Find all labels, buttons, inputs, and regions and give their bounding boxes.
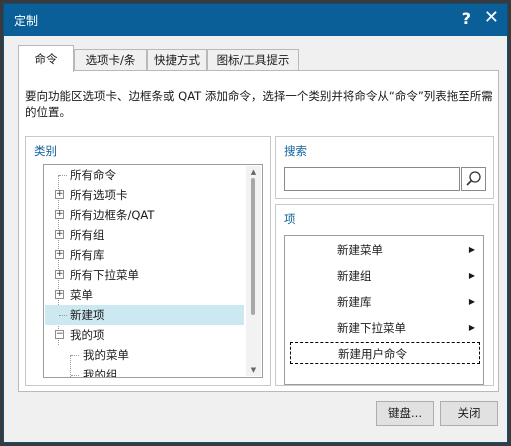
- window-title: 定制: [14, 14, 39, 28]
- keyboard-button[interactable]: 键盘...: [376, 401, 434, 426]
- tree-scrollbar[interactable]: ▲ ▼: [246, 166, 261, 376]
- tree-item-label: 所有下拉菜单: [70, 268, 139, 282]
- tab-shortcuts[interactable]: 快捷方式: [147, 49, 207, 71]
- tree-item-label: 所有组: [70, 228, 105, 242]
- title-bar: 定制 ? ✕: [4, 4, 507, 36]
- expand-icon[interactable]: +: [55, 190, 64, 199]
- tab-commands[interactable]: 命令: [18, 45, 74, 72]
- tree-connector: [71, 375, 79, 376]
- close-icon[interactable]: ✕: [484, 7, 499, 28]
- tree-item-label: 菜单: [70, 288, 93, 302]
- tab-tabs-bars[interactable]: 选项卡/条: [74, 49, 147, 71]
- submenu-arrow-icon: ▶: [468, 245, 475, 254]
- item-label: 新建下拉菜单: [337, 321, 406, 335]
- scroll-down-icon[interactable]: ▼: [246, 364, 261, 376]
- tree-item-label: 我的项: [70, 328, 105, 342]
- search-icon: [466, 171, 481, 186]
- items-group: 项 新建菜单 ▶ 新建组 ▶ 新建库 ▶ 新建下拉菜单 ▶ 新建用户命令: [275, 204, 494, 386]
- tree-item-all-commands[interactable]: 所有命令: [45, 165, 244, 185]
- item-new-dropdown[interactable]: 新建下拉菜单 ▶: [287, 317, 481, 339]
- collapse-icon[interactable]: −: [55, 330, 64, 339]
- tree-item-label: 新建项: [70, 308, 105, 322]
- tree-item-new-items[interactable]: 新建项: [45, 305, 244, 325]
- tree-item-all-groups[interactable]: + 所有组: [45, 225, 244, 245]
- expand-icon[interactable]: +: [55, 250, 64, 259]
- scroll-up-icon[interactable]: ▲: [246, 166, 261, 178]
- tree-item-all-borderbars-qat[interactable]: + 所有边框条/QAT: [45, 205, 244, 225]
- scroll-thumb[interactable]: [251, 178, 255, 315]
- tree-item-label: 我的菜单: [83, 348, 129, 362]
- tree-item-all-galleries[interactable]: + 所有库: [45, 245, 244, 265]
- item-label: 新建菜单: [337, 243, 383, 257]
- item-label: 新建库: [337, 295, 372, 309]
- customize-dialog: 定制 ? ✕ 命令 选项卡/条 快捷方式 图标/工具提示 要向功能区选项卡、边框…: [3, 3, 508, 443]
- tree-item-label: 所有选项卡: [70, 188, 128, 202]
- tree-item-menus[interactable]: + 菜单: [45, 285, 244, 305]
- tree-item-my-items[interactable]: − 我的项: [45, 325, 244, 345]
- tree-connector: [59, 315, 67, 316]
- expand-icon[interactable]: +: [55, 230, 64, 239]
- item-new-menu[interactable]: 新建菜单 ▶: [287, 239, 481, 261]
- tree-item-my-menus[interactable]: 我的菜单: [45, 345, 244, 365]
- tree-item-my-groups[interactable]: 我的组: [45, 365, 244, 378]
- item-label: 新建组: [337, 269, 372, 283]
- instruction-text: 要向功能区选项卡、边框条或 QAT 添加命令，选择一个类别并将命令从“命令”列表…: [25, 89, 493, 119]
- expand-icon[interactable]: +: [55, 270, 64, 279]
- item-new-gallery[interactable]: 新建库 ▶: [287, 291, 481, 313]
- category-title: 类别: [34, 144, 57, 158]
- item-label: 新建用户命令: [338, 347, 407, 361]
- submenu-arrow-icon: ▶: [468, 297, 475, 306]
- items-title: 项: [284, 212, 296, 226]
- search-button[interactable]: [461, 167, 486, 191]
- tree-item-label: 所有命令: [70, 168, 116, 182]
- item-new-group[interactable]: 新建组 ▶: [287, 265, 481, 287]
- tree-item-label: 所有边框条/QAT: [70, 208, 155, 222]
- items-list: 新建菜单 ▶ 新建组 ▶ 新建库 ▶ 新建下拉菜单 ▶ 新建用户命令: [284, 235, 484, 385]
- submenu-arrow-icon: ▶: [468, 271, 475, 280]
- search-title: 搜索: [284, 144, 307, 158]
- item-new-user-command[interactable]: 新建用户命令: [290, 342, 480, 364]
- search-input[interactable]: [284, 167, 460, 191]
- tree-connector: [71, 355, 79, 356]
- tree-item-all-tabs[interactable]: + 所有选项卡: [45, 185, 244, 205]
- search-group: 搜索: [275, 136, 494, 199]
- tab-icons-tooltips[interactable]: 图标/工具提示: [207, 49, 299, 71]
- expand-icon[interactable]: +: [55, 290, 64, 299]
- help-button[interactable]: ?: [462, 9, 471, 28]
- expand-icon[interactable]: +: [55, 210, 64, 219]
- submenu-arrow-icon: ▶: [468, 323, 475, 332]
- tree-item-label: 我的组: [83, 368, 118, 378]
- category-tree[interactable]: 所有命令 + 所有选项卡 + 所有边框条/QAT + 所有组 + 所有库 + 所…: [43, 164, 263, 378]
- tree-item-all-dropdowns[interactable]: + 所有下拉菜单: [45, 265, 244, 285]
- close-button[interactable]: 关闭: [440, 401, 498, 426]
- category-group: 类别 所有命令 + 所有选项卡 + 所有边框条/QAT + 所有组 + 所有库 …: [25, 136, 271, 386]
- tree-item-label: 所有库: [70, 248, 105, 262]
- tab-content-panel: 要向功能区选项卡、边框条或 QAT 添加命令，选择一个类别并将命令从“命令”列表…: [18, 70, 499, 392]
- tree-connector: [59, 175, 67, 176]
